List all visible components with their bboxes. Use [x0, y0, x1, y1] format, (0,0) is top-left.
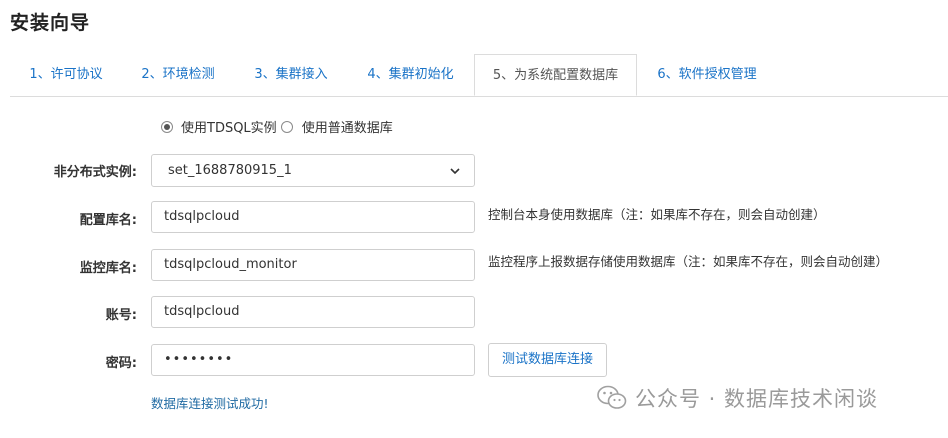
instance-label: 非分布式实例:	[53, 165, 137, 180]
tab-license-management[interactable]: 6、软件授权管理	[637, 54, 777, 96]
tab-configure-database[interactable]: 5、为系统配置数据库	[474, 54, 637, 96]
radio-normal-label: 使用普通数据库	[301, 121, 393, 136]
tab-cluster-access[interactable]: 3、集群接入	[234, 54, 348, 96]
monitor-db-hint: 监控程序上报数据存储使用数据库（注：如果库不存在，则会自动创建）	[488, 254, 889, 269]
account-label: 账号:	[105, 308, 137, 323]
db-type-radio-group: 使用TDSQL实例 使用普通数据库	[161, 117, 393, 136]
password-input[interactable]: ••••••••	[151, 344, 475, 376]
radio-tdsql-instance[interactable]	[161, 120, 173, 133]
wechat-icon	[597, 385, 627, 409]
test-connection-button[interactable]: 测试数据库连接	[488, 343, 607, 377]
instance-select-value: set_1688780915_1	[168, 162, 292, 178]
tab-license[interactable]: 1、许可协议	[10, 54, 122, 96]
instance-select[interactable]: set_1688780915_1	[151, 154, 475, 187]
chevron-down-icon	[450, 167, 460, 174]
wizard-tabs: 1、许可协议 2、环境检测 3、集群接入 4、集群初始化 5、为系统配置数据库 …	[10, 54, 948, 97]
config-db-label: 配置库名:	[79, 213, 137, 228]
page-title: 安装向导	[10, 12, 91, 34]
tab-environment-check[interactable]: 2、环境检测	[122, 54, 234, 96]
account-input[interactable]: tdsqlpcloud	[151, 296, 475, 328]
monitor-db-label: 监控库名:	[79, 261, 137, 276]
password-label: 密码:	[105, 356, 137, 371]
monitor-db-input[interactable]: tdsqlpcloud_monitor	[151, 249, 475, 281]
config-db-hint: 控制台本身使用数据库（注：如果库不存在，则会自动创建）	[488, 207, 826, 222]
watermark-text: 公众号 · 数据库技术闲谈	[635, 387, 879, 411]
watermark: 公众号 · 数据库技术闲谈	[597, 383, 878, 413]
radio-tdsql-label: 使用TDSQL实例	[181, 121, 277, 136]
connection-status-message: 数据库连接测试成功!	[151, 396, 269, 411]
config-db-input[interactable]: tdsqlpcloud	[151, 201, 475, 233]
tab-cluster-init[interactable]: 4、集群初始化	[348, 54, 473, 96]
radio-normal-database[interactable]	[280, 120, 293, 133]
